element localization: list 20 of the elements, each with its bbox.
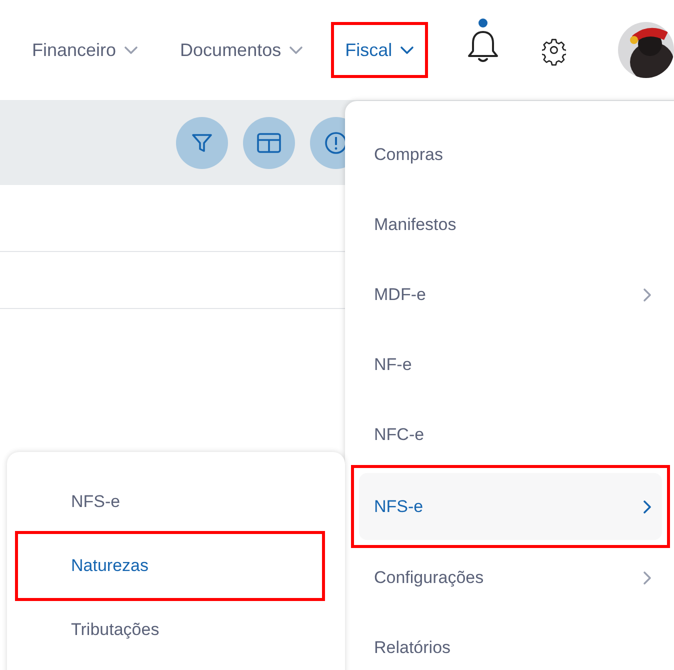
menu-item[interactable]: Relatórios <box>345 613 674 670</box>
layout-button[interactable] <box>243 116 295 168</box>
submenu-item[interactable]: Naturezas <box>15 531 325 601</box>
chevron-down-icon <box>289 46 304 54</box>
menu-item[interactable]: MDF-e <box>345 260 674 330</box>
menu-item[interactable]: Configurações <box>345 543 674 613</box>
submenu-item[interactable]: Tributações <box>7 598 345 662</box>
nav-menu[interactable]: Documentos <box>166 22 318 78</box>
menu-item[interactable]: NFC-e <box>345 400 674 470</box>
menu-item[interactable]: NFS-e <box>359 473 662 540</box>
layout-icon <box>256 130 282 154</box>
nav-menu[interactable]: Financeiro <box>18 22 152 78</box>
submenu-item[interactable]: NFS-e <box>7 470 345 534</box>
menu-item[interactable]: Manifestos <box>345 190 674 260</box>
chevron-down-icon <box>400 46 414 54</box>
filter-button[interactable] <box>176 116 228 168</box>
nav-menu[interactable]: Fiscal <box>331 22 428 78</box>
menu-item[interactable]: Compras <box>345 120 674 190</box>
chevron-down-icon <box>124 46 138 54</box>
menu-item[interactable]: NF-e <box>345 330 674 400</box>
